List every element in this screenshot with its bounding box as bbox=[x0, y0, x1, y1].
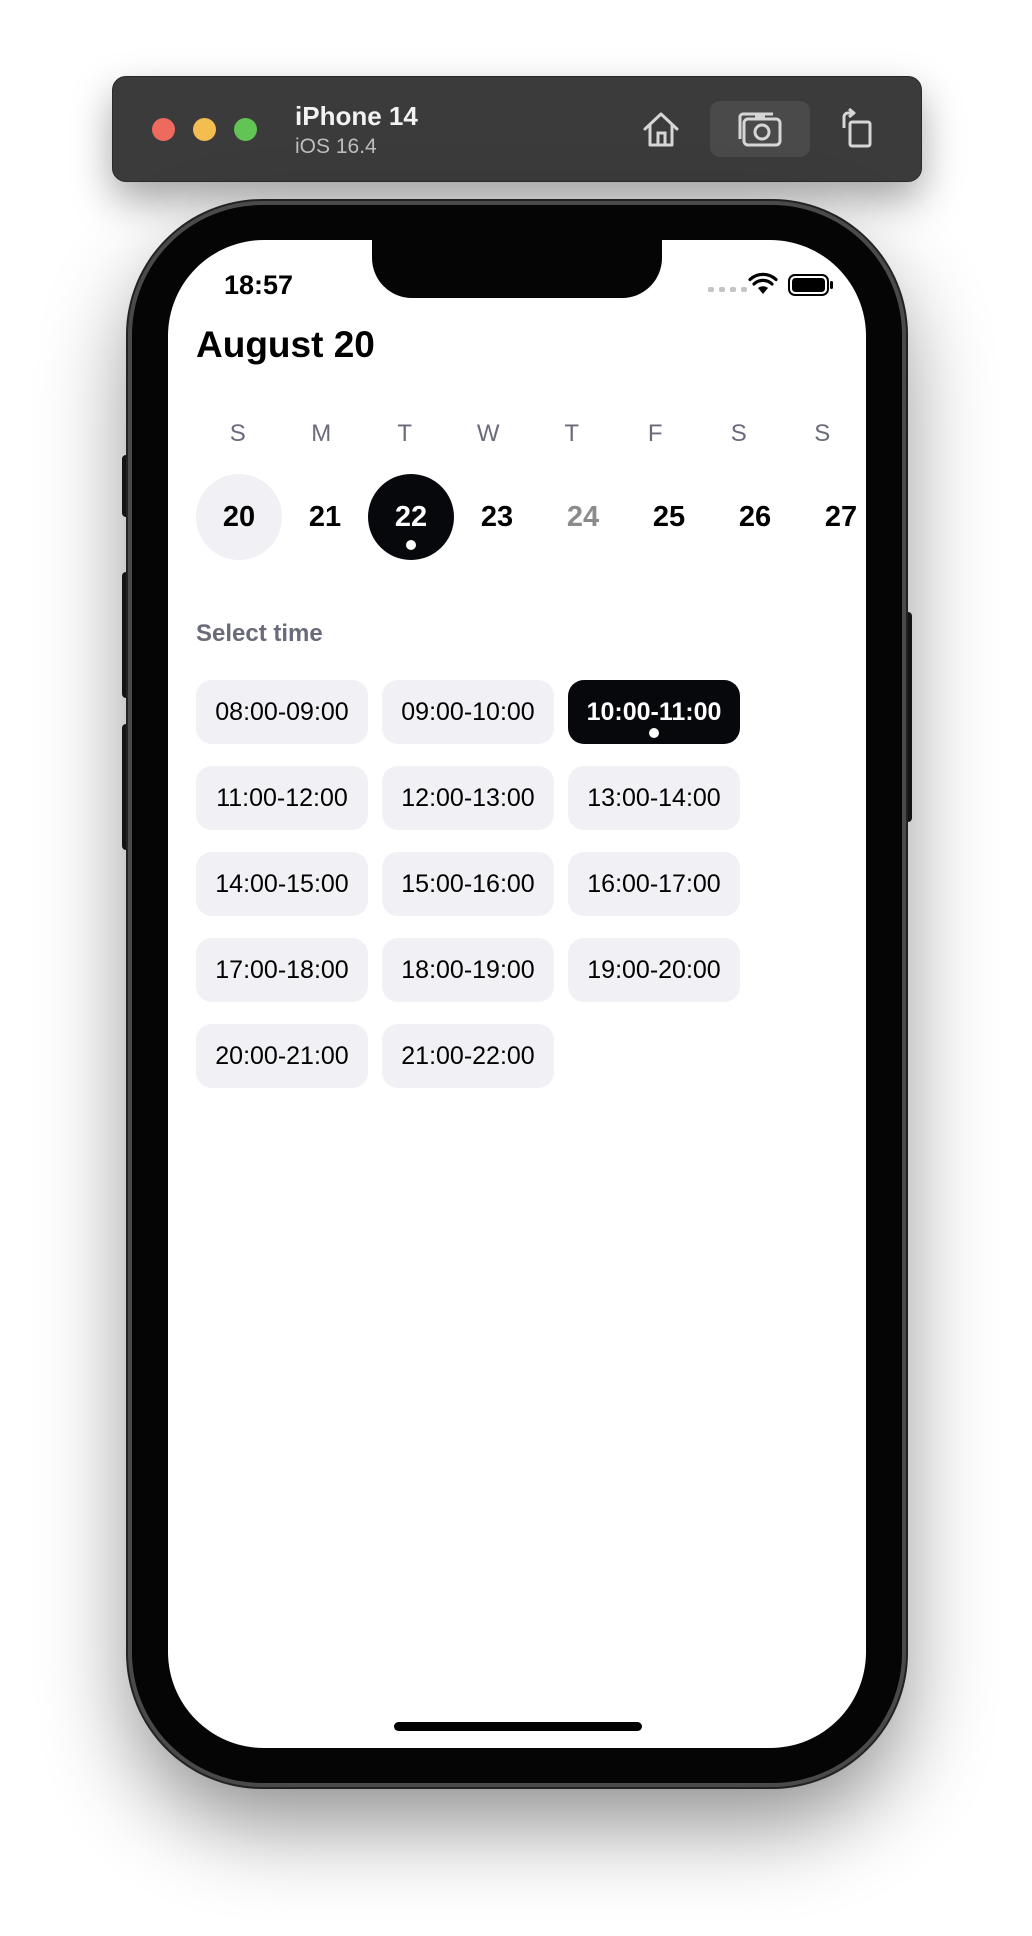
weekday-label: W bbox=[476, 420, 500, 447]
weekday-label: S bbox=[730, 420, 747, 447]
home-icon bbox=[643, 112, 679, 147]
weekday-label: M bbox=[311, 420, 332, 447]
select-time-label: Select time bbox=[196, 620, 323, 647]
time-slot[interactable]: 18:00-19:00 bbox=[382, 938, 554, 1002]
date-21[interactable]: 21 bbox=[282, 474, 368, 560]
wifi-icon bbox=[748, 272, 778, 294]
zoom-window-button[interactable] bbox=[234, 118, 257, 141]
minimize-window-button[interactable] bbox=[193, 118, 216, 141]
time-slot[interactable]: 13:00-14:00 bbox=[568, 766, 740, 830]
date-27[interactable]: 27 bbox=[798, 474, 866, 560]
camera-icon bbox=[738, 112, 782, 147]
rotate-icon bbox=[842, 108, 872, 148]
page-title: August 20 bbox=[196, 324, 375, 365]
phone-screen: 18:57 August 20 S M T W T F S S 20 21 22… bbox=[168, 240, 866, 1748]
date-23[interactable]: 23 bbox=[454, 474, 540, 560]
power-button bbox=[902, 612, 912, 822]
home-indicator[interactable] bbox=[394, 1722, 642, 1731]
weekday-label: S bbox=[814, 420, 831, 447]
home-button[interactable] bbox=[633, 101, 689, 157]
simulator-toolbar: iPhone 14 iOS 16.4 bbox=[112, 76, 922, 182]
weekday-label: T bbox=[397, 420, 413, 447]
selected-indicator-dot bbox=[649, 728, 659, 738]
date-24-unavailable[interactable]: 24 bbox=[540, 474, 626, 560]
time-slot[interactable]: 12:00-13:00 bbox=[382, 766, 554, 830]
time-slot[interactable]: 15:00-16:00 bbox=[382, 852, 554, 916]
selected-indicator-dot bbox=[406, 540, 416, 550]
silent-switch bbox=[122, 455, 132, 517]
date-26[interactable]: 26 bbox=[712, 474, 798, 560]
time-slot-label: 10:00-11:00 bbox=[586, 697, 722, 726]
screenshot-button[interactable] bbox=[710, 101, 810, 157]
time-slot[interactable]: 14:00-15:00 bbox=[196, 852, 368, 916]
date-20-today[interactable]: 20 bbox=[196, 474, 282, 560]
close-window-button[interactable] bbox=[152, 118, 175, 141]
weekday-label: S bbox=[229, 420, 246, 447]
time-slot[interactable]: 20:00-21:00 bbox=[196, 1024, 368, 1088]
weekday-header-row: S M T W T F S S bbox=[196, 420, 864, 448]
rotate-button[interactable] bbox=[829, 101, 885, 157]
date-number: 22 bbox=[394, 500, 428, 533]
notch bbox=[372, 240, 662, 298]
device-name: iPhone 14 bbox=[295, 101, 418, 131]
status-time: 18:57 bbox=[224, 270, 294, 300]
device-os-version: iOS 16.4 bbox=[295, 135, 377, 158]
date-25[interactable]: 25 bbox=[626, 474, 712, 560]
weekday-label: T bbox=[564, 420, 580, 447]
battery-icon bbox=[788, 274, 833, 296]
time-slot[interactable]: 08:00-09:00 bbox=[196, 680, 368, 744]
time-slot[interactable]: 09:00-10:00 bbox=[382, 680, 554, 744]
time-slot[interactable]: 21:00-22:00 bbox=[382, 1024, 554, 1088]
time-slot[interactable]: 17:00-18:00 bbox=[196, 938, 368, 1002]
time-slot[interactable]: 11:00-12:00 bbox=[196, 766, 368, 830]
time-slot-selected[interactable]: 10:00-11:00 bbox=[568, 680, 740, 744]
time-slot-grid: 08:00-09:00 09:00-10:00 10:00-11:00 11:0… bbox=[196, 680, 756, 1088]
volume-down-button bbox=[122, 724, 132, 850]
weekday-label: F bbox=[647, 420, 663, 447]
date-picker-row: 20 21 22 23 24 25 26 27 bbox=[196, 474, 864, 560]
date-22-selected[interactable]: 22 bbox=[368, 474, 454, 560]
time-slot[interactable]: 19:00-20:00 bbox=[568, 938, 740, 1002]
time-slot[interactable]: 16:00-17:00 bbox=[568, 852, 740, 916]
cellular-signal-icon bbox=[708, 287, 747, 292]
volume-up-button bbox=[122, 572, 132, 698]
